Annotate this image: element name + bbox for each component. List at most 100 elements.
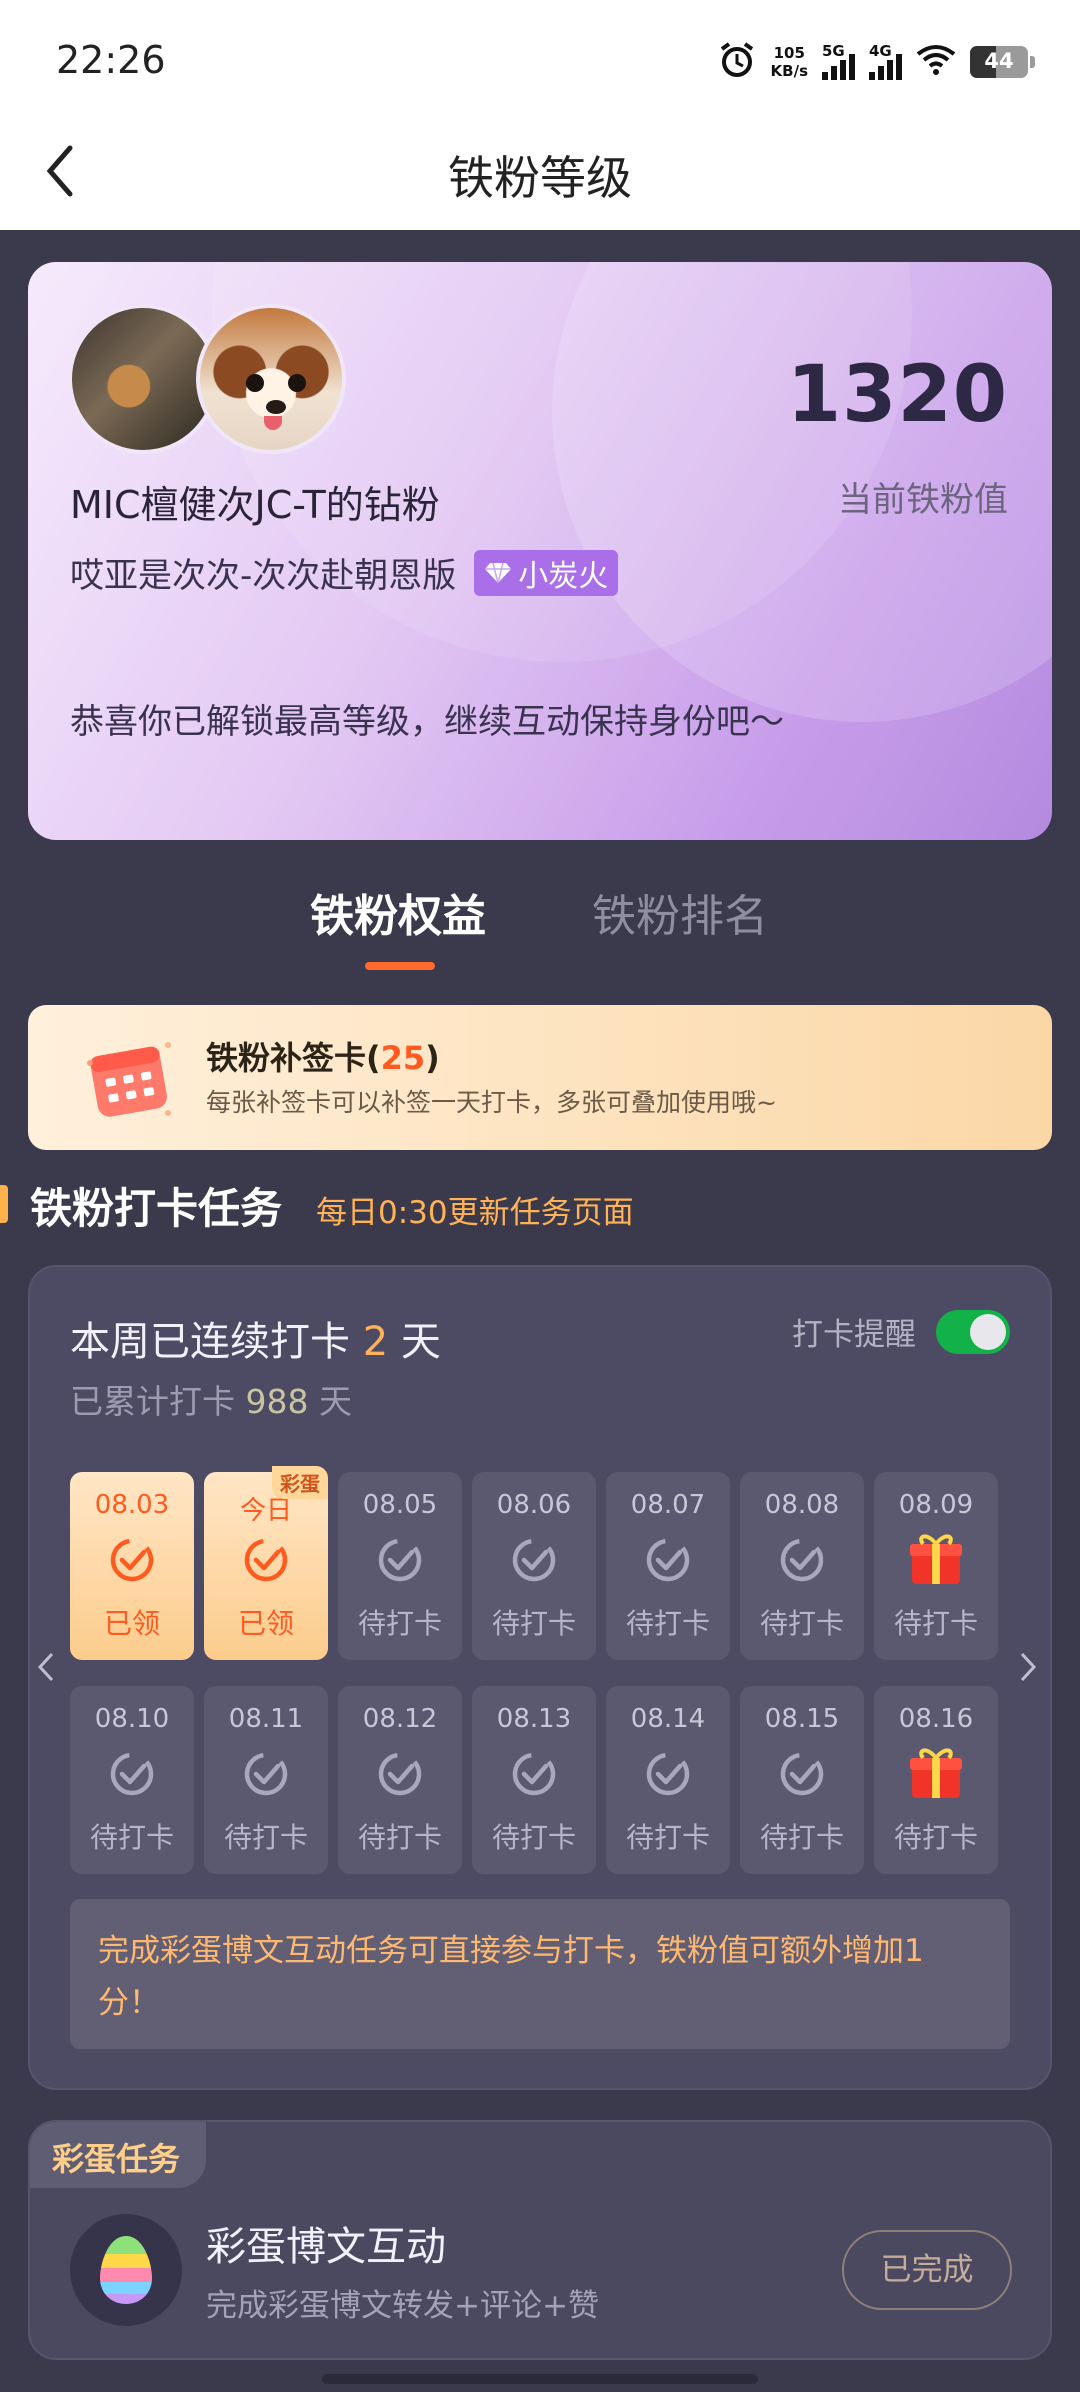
checkin-date: 08.03 bbox=[94, 1490, 170, 1520]
check-icon bbox=[644, 1750, 692, 1798]
avatar-eye bbox=[246, 374, 264, 392]
calendar-icon bbox=[84, 1033, 176, 1121]
clock: 22:26 bbox=[56, 38, 166, 82]
checkin-status: 已领 bbox=[103, 1607, 160, 1640]
checkin-day-cell[interactable]: 08.12 待打卡 bbox=[338, 1686, 462, 1874]
check-icon bbox=[242, 1536, 290, 1584]
checkin-status: 已领 bbox=[237, 1607, 294, 1640]
egg-tag: 彩蛋 bbox=[272, 1466, 328, 1499]
checkin-status: 待打卡 bbox=[223, 1821, 308, 1854]
battery-icon: 44 bbox=[970, 46, 1035, 78]
alarm-icon bbox=[717, 40, 757, 84]
checkin-card: 本周已连续打卡 2 天 已累计打卡 988 天 打卡提醒 08.03 已领 今日 已领… bbox=[28, 1265, 1052, 2090]
check-icon bbox=[510, 1536, 558, 1584]
checkin-status: 待打卡 bbox=[89, 1821, 174, 1854]
total-prefix: 已累计打卡 bbox=[70, 1382, 246, 1421]
fan-score: 1320 bbox=[786, 350, 1008, 440]
makeup-card-banner[interactable]: 铁粉补签卡(25) 每张补签卡可以补签一天打卡，多张可叠加使用哦~ bbox=[28, 1005, 1052, 1150]
checkin-day-cell[interactable]: 08.06 待打卡 bbox=[472, 1472, 596, 1660]
checkin-day-cell[interactable]: 08.09 待打卡 bbox=[874, 1472, 998, 1660]
egg-task-card: 彩蛋任务 彩蛋博文互动 完成彩蛋博文转发+评论+赞 已完成 bbox=[28, 2120, 1052, 2360]
fan-score-label: 当前铁粉值 bbox=[838, 480, 1008, 520]
check-icon bbox=[242, 1750, 290, 1798]
egg-task-status-button[interactable]: 已完成 bbox=[842, 2230, 1012, 2310]
reminder-row: 打卡提醒 bbox=[792, 1309, 1010, 1354]
check-icon bbox=[510, 1750, 558, 1798]
checkin-day-cell[interactable]: 08.16 待打卡 bbox=[874, 1686, 998, 1874]
makeup-card-count: 25 bbox=[380, 1039, 426, 1077]
battery-percent: 44 bbox=[984, 49, 1014, 73]
checkin-date: 08.08 bbox=[764, 1490, 840, 1520]
gift-icon bbox=[907, 1744, 962, 1798]
check-icon bbox=[376, 1536, 424, 1584]
check-icon bbox=[778, 1750, 826, 1798]
signal-5g-label: 5G bbox=[822, 42, 845, 60]
signal-4g-label: 4G bbox=[869, 42, 892, 60]
checkin-date: 08.13 bbox=[496, 1704, 572, 1734]
nickname-row: 哎亚是次次-次次赴朝恩版 小炭火 bbox=[70, 548, 619, 597]
check-icon bbox=[376, 1750, 424, 1798]
tab-indicator bbox=[365, 962, 435, 970]
checkin-day-cell[interactable]: 08.15 待打卡 bbox=[740, 1686, 864, 1874]
makeup-card-title-end: ) bbox=[425, 1039, 440, 1077]
checkin-day-cell[interactable]: 08.14 待打卡 bbox=[606, 1686, 730, 1874]
signal-4g-icon: 4G bbox=[869, 42, 902, 80]
makeup-card-desc: 每张补签卡可以补签一天打卡，多张可叠加使用哦~ bbox=[206, 1088, 777, 1117]
makeup-card-title: 铁粉补签卡(25) bbox=[206, 1033, 440, 1079]
checkin-status: 待打卡 bbox=[893, 1607, 978, 1640]
checkin-day-cell[interactable]: 08.10 待打卡 bbox=[70, 1686, 194, 1874]
makeup-card-title-text: 铁粉补签卡( bbox=[206, 1039, 381, 1077]
checkin-day-cell[interactable]: 08.03 已领 bbox=[70, 1472, 194, 1660]
chevron-left-icon bbox=[37, 1652, 54, 1682]
checkin-status: 待打卡 bbox=[357, 1821, 442, 1854]
net-speed-unit: KB/s bbox=[770, 62, 808, 80]
checkin-date: 08.14 bbox=[630, 1704, 706, 1734]
check-icon bbox=[644, 1536, 692, 1584]
egg-task-desc: 完成彩蛋博文转发+评论+赞 bbox=[206, 2288, 599, 2324]
checkin-date: 08.05 bbox=[362, 1490, 438, 1520]
streak-prefix: 本周已连续打卡 bbox=[70, 1319, 363, 1365]
level-badge[interactable]: 小炭火 bbox=[474, 549, 619, 596]
wifi-icon bbox=[916, 44, 956, 80]
checkin-day-cell[interactable]: 08.07 待打卡 bbox=[606, 1472, 730, 1660]
page-title: 铁粉等级 bbox=[448, 151, 632, 205]
check-icon bbox=[108, 1536, 156, 1584]
checkin-status: 待打卡 bbox=[625, 1821, 710, 1854]
streak-suffix: 天 bbox=[388, 1319, 441, 1365]
streak-days: 2 bbox=[362, 1319, 389, 1365]
status-bar: 22:26 105 KB/s 5G 4G 44 bbox=[0, 0, 1080, 120]
tab-fan-ranking[interactable]: 铁粉排名 bbox=[592, 880, 768, 944]
total-days: 988 bbox=[245, 1382, 309, 1421]
avatar-eye bbox=[288, 374, 306, 392]
streak-text: 本周已连续打卡 2 天 bbox=[70, 1309, 441, 1367]
checkin-status: 待打卡 bbox=[491, 1607, 576, 1640]
checkin-day-cell[interactable]: 今日 已领 彩蛋 bbox=[204, 1466, 328, 1660]
gift-icon bbox=[907, 1530, 962, 1584]
prev-week-button[interactable] bbox=[36, 1650, 56, 1693]
checkin-status: 待打卡 bbox=[357, 1607, 442, 1640]
section-hint: 每日0:30更新任务页面 bbox=[316, 1195, 634, 1231]
egg-task-tag: 彩蛋任务 bbox=[30, 2122, 206, 2188]
section-bar bbox=[0, 1185, 8, 1223]
checkin-day-cell[interactable]: 08.11 待打卡 bbox=[204, 1686, 328, 1874]
check-icon bbox=[108, 1750, 156, 1798]
net-speed: 105 KB/s bbox=[771, 44, 808, 80]
checkin-day-cell[interactable]: 08.13 待打卡 bbox=[472, 1686, 596, 1874]
checkin-status: 待打卡 bbox=[491, 1821, 576, 1854]
avatar-nose bbox=[266, 400, 286, 414]
home-indicator bbox=[322, 2374, 758, 2384]
avatar-tongue bbox=[264, 416, 282, 430]
tab-bar: 铁粉权益 铁粉排名 bbox=[0, 880, 1080, 990]
tab-fan-benefits[interactable]: 铁粉权益 bbox=[310, 880, 486, 944]
net-speed-value: 105 bbox=[773, 44, 805, 62]
checkin-status: 待打卡 bbox=[759, 1821, 844, 1854]
checkin-date: 08.10 bbox=[94, 1704, 170, 1734]
next-week-button[interactable] bbox=[1018, 1650, 1038, 1693]
checkin-day-cell[interactable]: 08.08 待打卡 bbox=[740, 1472, 864, 1660]
idol-avatar[interactable] bbox=[196, 304, 346, 454]
fan-title: MIC檀健次JC-T的钻粉 bbox=[70, 483, 440, 527]
total-text: 已累计打卡 988 天 bbox=[70, 1375, 352, 1423]
reminder-toggle[interactable] bbox=[936, 1309, 1010, 1354]
checkin-day-cell[interactable]: 08.05 待打卡 bbox=[338, 1472, 462, 1660]
checkin-date: 08.12 bbox=[362, 1704, 438, 1734]
